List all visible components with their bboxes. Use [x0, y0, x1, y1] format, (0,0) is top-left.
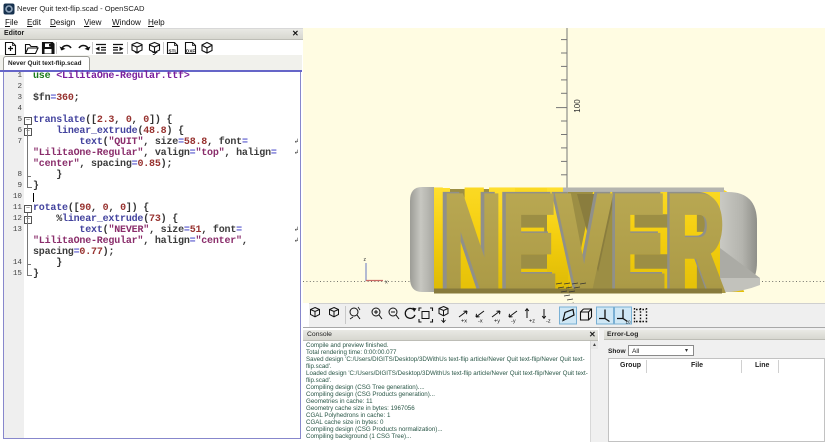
svg-text:100: 100 — [573, 99, 582, 113]
svg-text:DXF: DXF — [186, 49, 195, 54]
svg-text:STL: STL — [169, 49, 178, 54]
svg-text:-z: -z — [546, 319, 551, 325]
svg-text:z: z — [364, 257, 367, 263]
svg-text:+y: +y — [494, 319, 500, 325]
svg-text:10: 10 — [626, 320, 632, 325]
svg-text:x: x — [385, 280, 388, 286]
svg-text:+z: +z — [529, 319, 535, 325]
svg-text:-x: -x — [478, 319, 483, 325]
svg-text:+x: +x — [461, 319, 467, 325]
svg-text:-y: -y — [511, 319, 516, 325]
